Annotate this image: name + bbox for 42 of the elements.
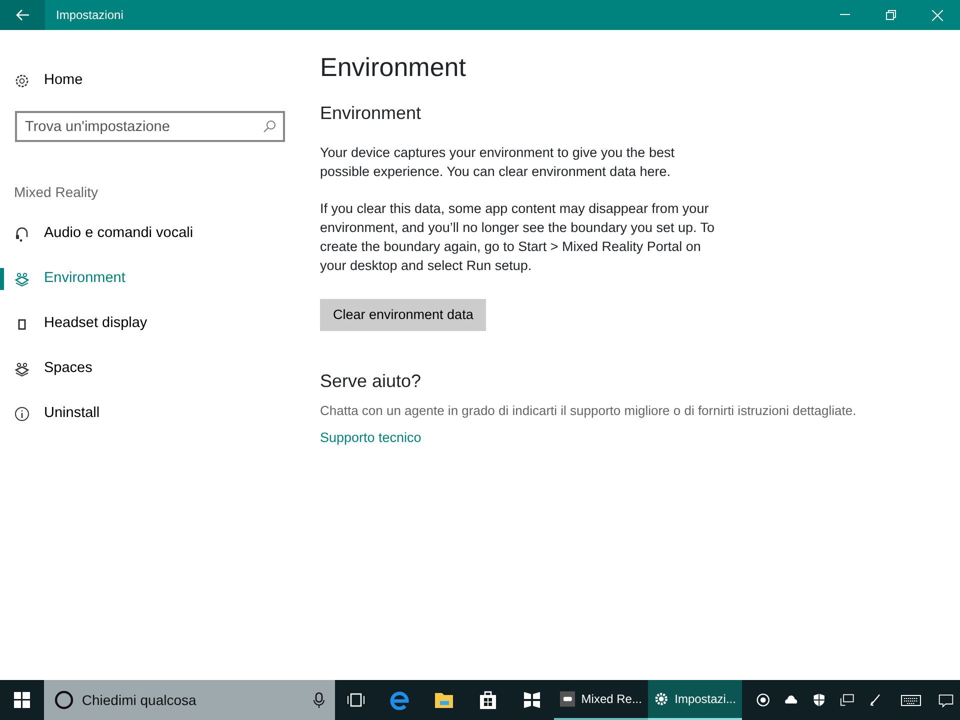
- sidebar-item[interactable]: Audio e comandi vocali: [0, 211, 300, 256]
- sidebar-item[interactable]: Environment: [0, 256, 300, 301]
- section-heading: Mixed Reality: [14, 183, 100, 202]
- search-icon: [263, 120, 276, 133]
- circle-icon: [54, 690, 74, 710]
- taskbar-app-button[interactable]: Impostazi...: [648, 680, 742, 720]
- record-icon: [756, 692, 772, 708]
- close-icon: [932, 10, 942, 20]
- windows-logo-icon: [14, 692, 30, 708]
- microphone-icon: [312, 692, 325, 708]
- section-title: Environment: [320, 103, 422, 125]
- sidebar-item[interactable]: Headset display: [0, 301, 300, 346]
- minimize-icon: [840, 14, 850, 16]
- browser-e-icon: [390, 690, 410, 710]
- spaces-icon: [14, 360, 30, 376]
- help-text: Chatta con un agente in grado di indicarti il supporto migliore o di fornirti istruzioni dettagliate.: [320, 402, 856, 420]
- window-title: Impostazioni: [56, 7, 124, 24]
- notification-icon: [938, 692, 954, 708]
- taskbar-search-field[interactable]: Chiedimi qualcosa: [44, 680, 335, 720]
- sidebar-item[interactable]: Uninstall: [0, 391, 300, 436]
- keyboard-icon: [900, 692, 921, 708]
- gear-icon: [14, 72, 30, 88]
- network-icon: [840, 692, 856, 708]
- task-view-icon: [347, 693, 366, 707]
- headset-icon: [14, 226, 30, 242]
- search-field[interactable]: Trova un'impostazione: [15, 111, 285, 142]
- gear-icon: [654, 690, 669, 708]
- description-text: If you clear this data, some app content may disappear from your environment, and you’ll no longer see the boundary you set up. To create the boundary again, go to Start > Mixed Reality Portal on your desktop and select Run setup.: [320, 200, 716, 275]
- help-title: Serve aiuto?: [320, 371, 422, 393]
- folder-icon: [434, 691, 454, 709]
- store-bag-icon: [479, 690, 498, 710]
- clear-data-button[interactable]: Clear environment data: [320, 298, 486, 332]
- info-icon: [14, 406, 30, 422]
- environment-icon: [14, 270, 30, 286]
- page-title: Environment: [320, 52, 467, 84]
- panels-icon: [523, 690, 542, 710]
- description-text: Your device captures your environment to give you the best possible experience. You can clear environment data here.: [320, 144, 676, 181]
- sidebar-item[interactable]: Spaces: [0, 346, 300, 391]
- back-arrow-icon: [16, 9, 30, 21]
- home-link[interactable]: Home: [0, 58, 300, 103]
- support-link[interactable]: Supporto tecnico: [320, 430, 422, 446]
- restore-icon: [886, 10, 896, 20]
